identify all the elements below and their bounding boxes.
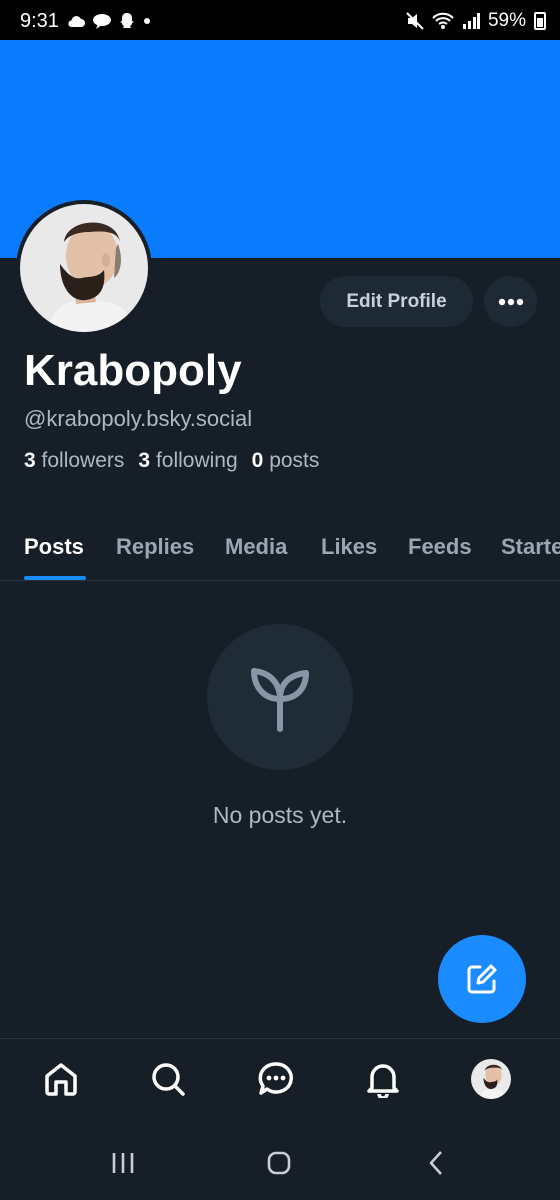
posts-label: posts bbox=[269, 449, 320, 472]
profile-avatar[interactable] bbox=[16, 200, 152, 336]
tab-likes[interactable]: Likes bbox=[321, 534, 377, 560]
recents-button[interactable] bbox=[103, 1146, 143, 1180]
tab-starter-packs[interactable]: Starter Packs bbox=[501, 534, 560, 560]
wifi-icon bbox=[432, 12, 454, 29]
nav-profile[interactable] bbox=[471, 1059, 511, 1099]
empty-state-message: No posts yet. bbox=[212, 802, 348, 828]
back-icon bbox=[429, 1151, 442, 1175]
cloud-icon bbox=[68, 16, 85, 27]
followers-count: 3 bbox=[24, 449, 36, 472]
following-label: following bbox=[155, 449, 238, 472]
empty-state-icon-circle bbox=[207, 624, 353, 770]
sprout-icon bbox=[251, 668, 309, 732]
system-navigation-bar bbox=[0, 1122, 560, 1200]
compose-button[interactable] bbox=[438, 935, 526, 1023]
recents-icon bbox=[112, 1153, 134, 1173]
tab-media[interactable]: Media bbox=[225, 534, 287, 560]
bell-icon bbox=[367, 1064, 399, 1098]
ellipsis-icon bbox=[498, 298, 523, 305]
signal-icon bbox=[462, 13, 480, 29]
active-tab-indicator bbox=[24, 576, 86, 580]
following-count: 3 bbox=[138, 449, 151, 472]
bottom-navigation bbox=[0, 1038, 560, 1122]
more-options-button[interactable] bbox=[484, 276, 537, 327]
followers-label: followers bbox=[41, 449, 125, 472]
search-icon bbox=[152, 1063, 185, 1096]
battery-icon bbox=[534, 12, 546, 30]
profile-avatar-small bbox=[471, 1059, 511, 1099]
nav-search[interactable] bbox=[148, 1059, 188, 1099]
tab-replies[interactable]: Replies bbox=[116, 534, 194, 560]
status-bar: 9:31 59% bbox=[0, 0, 560, 40]
status-notification-icons bbox=[66, 12, 152, 30]
following-stat[interactable]: 3 following bbox=[138, 449, 237, 473]
nav-chat[interactable] bbox=[256, 1059, 296, 1099]
mute-icon bbox=[406, 12, 424, 30]
snapchat-icon bbox=[120, 13, 134, 28]
followers-stat[interactable]: 3 followers bbox=[24, 449, 124, 473]
edit-profile-button[interactable]: Edit Profile bbox=[320, 276, 473, 327]
home-circle-icon bbox=[267, 1151, 291, 1175]
message-bubble-icon bbox=[93, 14, 111, 29]
status-time: 9:31 bbox=[20, 10, 59, 32]
chat-icon bbox=[258, 1062, 293, 1095]
profile-stats: 3 followers 3 following 0 posts bbox=[24, 449, 319, 473]
profile-tabs: Posts Replies Media Likes Feeds Starter … bbox=[0, 520, 560, 581]
display-name: Krabopoly bbox=[24, 346, 242, 395]
profile-handle: @krabopoly.bsky.social bbox=[24, 406, 253, 431]
home-icon bbox=[45, 1063, 77, 1096]
posts-count: 0 bbox=[251, 449, 264, 472]
posts-stat: 0 posts bbox=[252, 449, 320, 473]
nav-notifications[interactable] bbox=[363, 1059, 403, 1099]
dot-icon bbox=[144, 18, 150, 24]
tab-feeds[interactable]: Feeds bbox=[408, 534, 472, 560]
nav-home[interactable] bbox=[41, 1059, 81, 1099]
back-button[interactable] bbox=[416, 1146, 456, 1180]
status-system-icons: 59% bbox=[406, 10, 546, 32]
system-home-button[interactable] bbox=[259, 1146, 299, 1180]
compose-icon bbox=[467, 964, 497, 994]
tab-posts[interactable]: Posts bbox=[24, 534, 84, 560]
battery-percent: 59% bbox=[487, 10, 526, 31]
